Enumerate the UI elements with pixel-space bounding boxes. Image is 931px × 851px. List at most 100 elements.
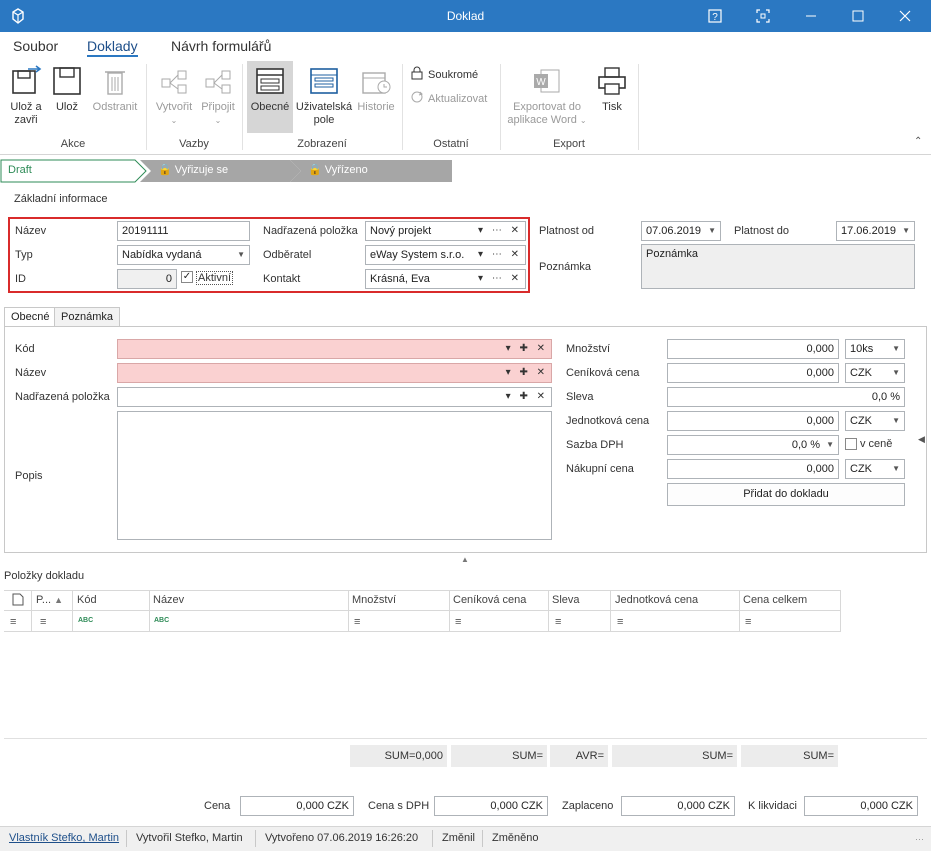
workflow-step-vyrizeno-label: Vyřízeno: [324, 164, 368, 176]
created-by: Vytvořil Stefko, Martin: [136, 832, 243, 844]
filter-equals-icon[interactable]: ≡: [10, 616, 16, 628]
col-sep: [348, 590, 349, 632]
filter-equals-icon[interactable]: ≡: [617, 616, 623, 628]
customer-label: Odběratel: [263, 249, 312, 261]
customer-value: eWay System s.r.o.: [370, 249, 465, 261]
workflow-step-draft[interactable]: Draft: [0, 160, 32, 181]
general-view-button[interactable]: Obecné: [247, 61, 293, 133]
tab-doklady[interactable]: Doklady: [87, 38, 138, 57]
owner-link[interactable]: Vlastník Stefko, Martin: [9, 832, 119, 844]
group-akce-label: Akce: [60, 138, 86, 150]
active-checkbox[interactable]: ✓: [181, 271, 193, 283]
id-label: ID: [15, 273, 26, 285]
export-word-button[interactable]: W Exportovat do aplikace Word ⌄: [506, 65, 588, 127]
item-parent-field[interactable]: ▾ ✚ ✕: [117, 387, 552, 407]
tab-soubor[interactable]: Soubor: [13, 38, 58, 54]
code-field[interactable]: ▾ ✚ ✕: [117, 339, 552, 359]
delete-button[interactable]: Odstranit: [90, 65, 140, 114]
valid-from-field[interactable]: 07.06.2019 ▼: [641, 221, 721, 241]
vat-select[interactable]: 0,0 % ▼: [667, 435, 839, 455]
user-fields-icon: [310, 68, 338, 94]
type-select[interactable]: Nabídka vydaná ▼: [117, 245, 250, 265]
lookup-actions[interactable]: ▾ ✚ ✕: [506, 388, 548, 406]
save-close-label-1: Ulož a: [10, 101, 42, 113]
tab-obecne[interactable]: Obecné: [4, 307, 57, 327]
unit-price-field[interactable]: 0,000: [667, 411, 839, 431]
workflow-step-vyrizuje[interactable]: 🔒 Vyřizuje se: [150, 160, 228, 181]
history-button[interactable]: Historie: [356, 65, 396, 114]
filter-text-icon[interactable]: ABC: [154, 617, 169, 624]
note-field[interactable]: Poznámka: [641, 244, 915, 289]
purchase-field[interactable]: 0,000: [667, 459, 839, 479]
filter-equals-icon[interactable]: ≡: [745, 616, 751, 628]
tab-poznamka[interactable]: Poznámka: [54, 307, 120, 326]
filter-equals-icon[interactable]: ≡: [354, 616, 360, 628]
trash-icon: [105, 71, 125, 95]
add-to-document-button[interactable]: Přidat do dokladu: [667, 483, 905, 506]
filter-equals-icon[interactable]: ≡: [40, 616, 46, 628]
create-button[interactable]: Vytvořit ⌄: [152, 65, 196, 127]
col-header-nazev[interactable]: Název: [153, 590, 184, 610]
items-grid: [4, 590, 841, 632]
splitter-arrow-icon[interactable]: ▲: [461, 555, 469, 564]
close-icon[interactable]: [882, 0, 928, 32]
col-header-p[interactable]: P... ▲: [36, 590, 63, 610]
lookup-actions[interactable]: ▾ ✚ ✕: [506, 364, 548, 382]
item-name-field[interactable]: ▾ ✚ ✕: [117, 363, 552, 383]
col-header-mnozstvi[interactable]: Množství: [352, 590, 396, 610]
group-ostatni-label: Ostatní: [433, 138, 469, 150]
chevron-down-icon: ⌄: [214, 116, 222, 125]
workflow-step-vyrizeno[interactable]: 🔒 Vyřízeno: [300, 160, 368, 181]
vat-included-checkbox[interactable]: [845, 438, 857, 450]
collapse-arrow-icon[interactable]: ◀: [918, 434, 925, 445]
col-header-jednotkova-cena[interactable]: Jednotková cena: [615, 590, 698, 610]
parent-field[interactable]: Nový projekt ▾ ⋯ ✕: [365, 221, 526, 241]
contact-field[interactable]: Krásná, Eva ▾ ⋯ ✕: [365, 269, 526, 289]
list-price-field[interactable]: 0,000: [667, 363, 839, 383]
update-button[interactable]: Aktualizovat: [410, 90, 487, 108]
qty-field[interactable]: 0,000: [667, 339, 839, 359]
save-button[interactable]: Ulož: [50, 65, 84, 114]
discount-field[interactable]: 0,0 %: [667, 387, 905, 407]
collapse-ribbon-icon[interactable]: ⌃: [914, 136, 922, 147]
lookup-actions[interactable]: ▾ ✚ ✕: [506, 340, 548, 358]
save-close-button[interactable]: Ulož a zavři: [6, 65, 46, 127]
col-header-sleva[interactable]: Sleva: [552, 590, 580, 610]
customer-field[interactable]: eWay System s.r.o. ▾ ⋯ ✕: [365, 245, 526, 265]
attach-button[interactable]: Připojit ⌄: [198, 65, 238, 127]
new-row-icon[interactable]: [12, 593, 24, 609]
lookup-actions[interactable]: ▾ ⋯ ✕: [478, 222, 522, 240]
resize-grip-icon[interactable]: ⋯: [915, 834, 924, 845]
filter-equals-icon[interactable]: ≡: [555, 616, 561, 628]
unit-price-currency[interactable]: CZK ▼: [845, 411, 905, 431]
desc-field[interactable]: [117, 411, 552, 540]
ribbon-separator: [638, 64, 639, 150]
filter-text-icon[interactable]: ABC: [78, 617, 93, 624]
help-icon[interactable]: ?: [692, 0, 738, 32]
maximize-icon[interactable]: [835, 0, 881, 32]
col-header-kod[interactable]: Kód: [77, 590, 97, 610]
lookup-actions[interactable]: ▾ ⋯ ✕: [478, 270, 522, 288]
create-link-icon: [161, 70, 187, 94]
user-fields-button[interactable]: Uživatelská pole: [295, 65, 353, 127]
col-header-cena-celkem[interactable]: Cena celkem: [743, 590, 807, 610]
print-button[interactable]: Tisk: [594, 65, 630, 114]
filter-equals-icon[interactable]: ≡: [455, 616, 461, 628]
private-toggle[interactable]: Soukromé: [410, 66, 478, 84]
qty-unit-select[interactable]: 10ks ▼: [845, 339, 905, 359]
valid-to-field[interactable]: 17.06.2019 ▼: [836, 221, 915, 241]
col-header-cenikova-cena[interactable]: Ceníková cena: [453, 590, 526, 610]
minimize-icon[interactable]: [788, 0, 834, 32]
changed-by: Změnil: [442, 832, 476, 844]
dropdown-arrow-icon: ▼: [892, 344, 900, 353]
list-price-currency[interactable]: CZK ▼: [845, 363, 905, 383]
created-at: Vytvořeno 07.06.2019 16:26:20: [265, 832, 419, 844]
discount-label: Sleva: [566, 391, 594, 403]
history-icon: [362, 72, 391, 94]
svg-text:?: ?: [712, 12, 718, 23]
name-field[interactable]: 20191111: [117, 221, 250, 241]
purchase-currency[interactable]: CZK ▼: [845, 459, 905, 479]
screenshot-icon[interactable]: [740, 0, 786, 32]
lookup-actions[interactable]: ▾ ⋯ ✕: [478, 246, 522, 264]
tab-navrh-formularu[interactable]: Návrh formulářů: [171, 38, 271, 54]
